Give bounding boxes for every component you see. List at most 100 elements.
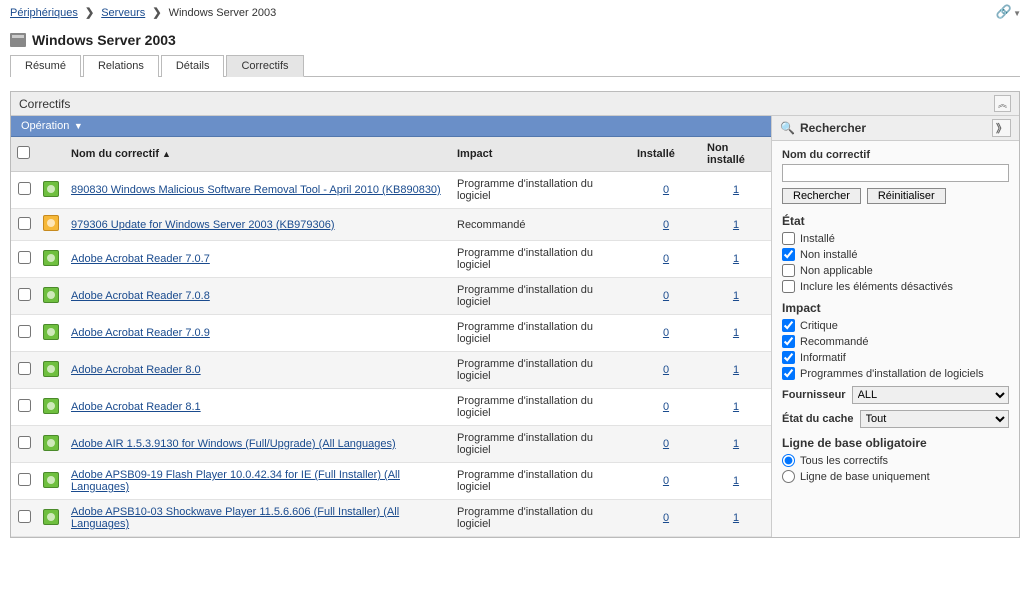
state-label: Non applicable <box>800 265 873 277</box>
collapse-button[interactable]: ︽ <box>994 95 1011 112</box>
installed-count-link[interactable]: 0 <box>663 475 669 487</box>
row-checkbox[interactable] <box>18 182 31 195</box>
patch-name-link[interactable]: Adobe APSB10-03 Shockwave Player 11.5.6.… <box>71 506 399 530</box>
section-title: Correctifs <box>19 97 70 111</box>
tab-bar: RésuméRelationsDétailsCorrectifs <box>10 54 1020 77</box>
patch-name-link[interactable]: Adobe APSB09-19 Flash Player 10.0.42.34 … <box>71 469 400 493</box>
breadcrumb-link[interactable]: Périphériques <box>10 7 78 19</box>
state-checkbox[interactable] <box>782 248 795 261</box>
table-row: Adobe Acrobat Reader 8.1Programme d'inst… <box>11 389 771 426</box>
table-row: 890830 Windows Malicious Software Remova… <box>11 172 771 209</box>
patch-icon <box>43 324 59 340</box>
installed-count-link[interactable]: 0 <box>663 401 669 413</box>
tab-relations[interactable]: Relations <box>83 55 159 77</box>
patch-name-link[interactable]: Adobe Acrobat Reader 7.0.9 <box>71 327 210 339</box>
not-installed-count-link[interactable]: 1 <box>733 253 739 265</box>
impact-checkbox[interactable] <box>782 335 795 348</box>
col-installed-header[interactable]: Installé <box>631 137 701 172</box>
impact-checkbox[interactable] <box>782 367 795 380</box>
state-checkbox[interactable] <box>782 280 795 293</box>
reset-button[interactable]: Réinitialiser <box>867 188 946 204</box>
installed-count-link[interactable]: 0 <box>663 219 669 231</box>
not-installed-count-link[interactable]: 1 <box>733 184 739 196</box>
row-checkbox[interactable] <box>18 362 31 375</box>
state-checkbox[interactable] <box>782 264 795 277</box>
not-installed-count-link[interactable]: 1 <box>733 364 739 376</box>
patch-icon <box>43 398 59 414</box>
breadcrumb-sep: ❯ <box>152 7 161 19</box>
patch-name-link[interactable]: 890830 Windows Malicious Software Remova… <box>71 184 441 196</box>
cache-state-select[interactable]: Tout <box>860 410 1009 428</box>
impact-label: Recommandé <box>800 336 868 348</box>
tab-correctifs[interactable]: Correctifs <box>226 55 303 77</box>
not-installed-count-link[interactable]: 1 <box>733 512 739 524</box>
patch-name-link[interactable]: Adobe Acrobat Reader 8.1 <box>71 401 201 413</box>
vendor-select[interactable]: ALL <box>852 386 1009 404</box>
installed-count-link[interactable]: 0 <box>663 327 669 339</box>
not-installed-count-link[interactable]: 1 <box>733 475 739 487</box>
impact-checkbox[interactable] <box>782 319 795 332</box>
not-installed-count-link[interactable]: 1 <box>733 401 739 413</box>
not-installed-count-link[interactable]: 1 <box>733 327 739 339</box>
row-checkbox[interactable] <box>18 288 31 301</box>
installed-count-link[interactable]: 0 <box>663 364 669 376</box>
link-icon[interactable]: 🔗▼ <box>996 4 1020 20</box>
impact-label: Programmes d'installation de logiciels <box>800 368 984 380</box>
page-title: Windows Server 2003 <box>32 32 176 48</box>
impact-cell: Programme d'installation du logiciel <box>451 172 631 209</box>
row-checkbox[interactable] <box>18 399 31 412</box>
table-row: Adobe APSB09-19 Flash Player 10.0.42.34 … <box>11 463 771 500</box>
breadcrumb-link[interactable]: Serveurs <box>101 7 145 19</box>
row-checkbox[interactable] <box>18 473 31 486</box>
tab-détails[interactable]: Détails <box>161 55 225 77</box>
row-checkbox[interactable] <box>18 217 31 230</box>
operation-label: Opération <box>21 120 69 132</box>
row-checkbox[interactable] <box>18 325 31 338</box>
not-installed-count-link[interactable]: 1 <box>733 438 739 450</box>
baseline-radio[interactable] <box>782 470 795 483</box>
server-icon <box>10 33 26 47</box>
patches-table: Nom du correctif▲ Impact Installé Non in… <box>11 137 771 537</box>
baseline-radio[interactable] <box>782 454 795 467</box>
row-checkbox[interactable] <box>18 251 31 264</box>
row-checkbox[interactable] <box>18 510 31 523</box>
cache-state-label: État du cache <box>782 413 854 425</box>
patch-name-link[interactable]: Adobe AIR 1.5.3.9130 for Windows (Full/U… <box>71 438 396 450</box>
patch-name-link[interactable]: 979306 Update for Windows Server 2003 (K… <box>71 219 335 231</box>
impact-checkbox[interactable] <box>782 351 795 364</box>
not-installed-count-link[interactable]: 1 <box>733 290 739 302</box>
state-checkbox[interactable] <box>782 232 795 245</box>
patch-name-link[interactable]: Adobe Acrobat Reader 8.0 <box>71 364 201 376</box>
operation-menu[interactable]: Opération ▼ <box>11 116 771 137</box>
patch-name-link[interactable]: Adobe Acrobat Reader 7.0.8 <box>71 290 210 302</box>
patch-icon <box>43 287 59 303</box>
breadcrumb-current: Windows Server 2003 <box>169 7 277 19</box>
search-input[interactable] <box>782 164 1009 182</box>
impact-label: Critique <box>800 320 838 332</box>
expand-button[interactable]: 》 <box>992 119 1011 137</box>
impact-cell: Programme d'installation du logiciel <box>451 278 631 315</box>
col-notinstalled-header[interactable]: Non installé <box>701 137 771 172</box>
patch-name-link[interactable]: Adobe Acrobat Reader 7.0.7 <box>71 253 210 265</box>
tab-résumé[interactable]: Résumé <box>10 55 81 77</box>
sort-asc-icon: ▲ <box>162 149 171 159</box>
impact-cell: Recommandé <box>451 209 631 241</box>
select-all-checkbox[interactable] <box>17 146 30 159</box>
installed-count-link[interactable]: 0 <box>663 512 669 524</box>
table-row: Adobe Acrobat Reader 8.0Programme d'inst… <box>11 352 771 389</box>
table-row: Adobe Acrobat Reader 7.0.9Programme d'in… <box>11 315 771 352</box>
patch-icon <box>43 509 59 525</box>
installed-count-link[interactable]: 0 <box>663 184 669 196</box>
installed-count-link[interactable]: 0 <box>663 253 669 265</box>
installed-count-link[interactable]: 0 <box>663 438 669 450</box>
col-name-header[interactable]: Nom du correctif▲ <box>65 137 451 172</box>
table-row: 979306 Update for Windows Server 2003 (K… <box>11 209 771 241</box>
state-label: Inclure les éléments désactivés <box>800 281 953 293</box>
row-checkbox[interactable] <box>18 436 31 449</box>
installed-count-link[interactable]: 0 <box>663 290 669 302</box>
search-button[interactable]: Rechercher <box>782 188 861 204</box>
state-group-title: État <box>782 214 1009 228</box>
baseline-label: Tous les correctifs <box>800 455 888 467</box>
col-impact-header[interactable]: Impact <box>451 137 631 172</box>
not-installed-count-link[interactable]: 1 <box>733 219 739 231</box>
